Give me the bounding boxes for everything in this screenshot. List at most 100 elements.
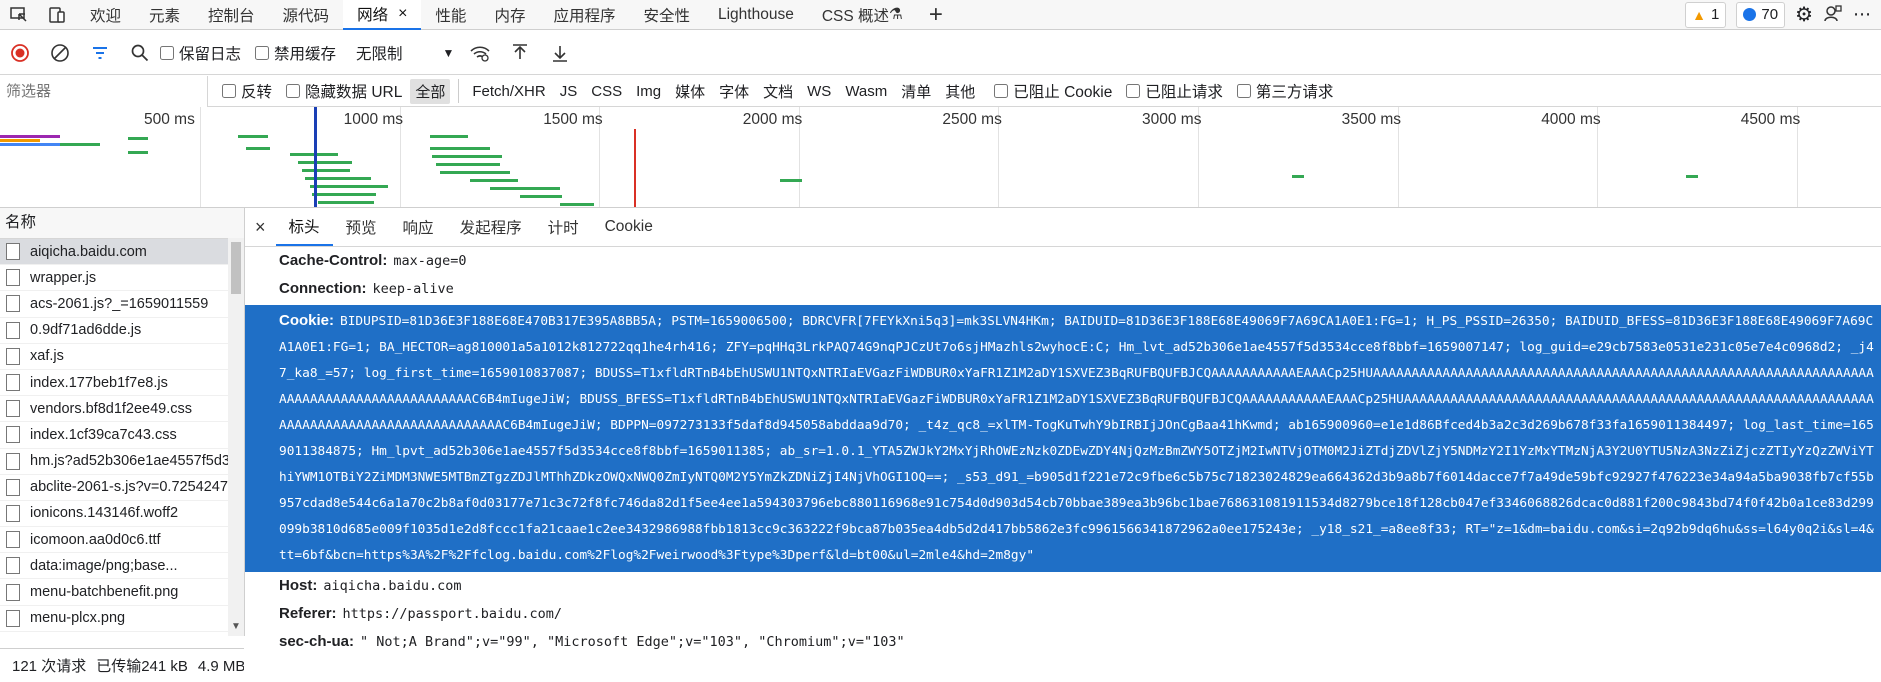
network-conditions-icon[interactable]: [460, 31, 500, 75]
filter-type-item-5[interactable]: 媒体: [670, 79, 710, 104]
filter-type-item-11[interactable]: 其他: [940, 79, 980, 104]
header-line[interactable]: Connection: keep-alive: [245, 275, 1881, 303]
detail-tab-item-4[interactable]: 计时: [535, 208, 592, 246]
disable-cache-checkbox[interactable]: 禁用缓存: [255, 42, 336, 64]
filter-type-item-6[interactable]: 字体: [714, 79, 754, 104]
filter-type-ws[interactable]: WS: [802, 81, 836, 102]
filter-input[interactable]: [0, 75, 208, 107]
search-icon[interactable]: [120, 31, 160, 75]
timeline-tick-label: 4000 ms: [1541, 111, 1601, 128]
tab-item-3[interactable]: 源代码: [269, 0, 344, 30]
scroll-down-arrow-icon[interactable]: ▼: [231, 621, 241, 632]
warnings-badge[interactable]: ▲ 1: [1685, 1, 1727, 28]
add-panel-icon[interactable]: +: [917, 0, 955, 30]
record-button[interactable]: [0, 31, 40, 75]
more-menu-icon[interactable]: ⋯: [1853, 4, 1871, 25]
header-line[interactable]: sec-ch-ua: " Not;A Brand";v="99", "Micros…: [245, 628, 1881, 656]
request-row[interactable]: vendors.bf8d1f2ee49.css: [0, 396, 244, 423]
header-line[interactable]: Referer: https://passport.baidu.com/: [245, 600, 1881, 628]
filter-type-img[interactable]: Img: [631, 81, 666, 102]
preserve-log-label: 保留日志: [179, 45, 242, 63]
request-name: index.177beb1f7e8.js: [30, 374, 168, 391]
close-tab-icon[interactable]: ×: [398, 5, 407, 23]
tab-item-7[interactable]: 应用程序: [539, 0, 629, 30]
request-row[interactable]: ionicons.143146f.woff2: [0, 501, 244, 528]
detail-tab-item-3[interactable]: 发起程序: [447, 208, 535, 246]
cookie-header-selected[interactable]: Cookie: BIDUPSID=81D36E3F188E68E470B317E3…: [245, 305, 1881, 572]
request-row[interactable]: menu-plcx.png: [0, 606, 244, 632]
tab-item-5[interactable]: 性能: [421, 0, 480, 30]
settings-gear-icon[interactable]: ⚙: [1795, 2, 1813, 27]
third-party-checkbox[interactable]: 第三方请求: [1236, 80, 1333, 102]
invert-checkbox[interactable]: 反转: [222, 80, 272, 102]
request-row[interactable]: aiqicha.baidu.com: [0, 239, 244, 266]
network-overview[interactable]: 500 ms 1000 ms 1500 ms 2000 ms 2500 ms 3000 m…: [0, 107, 1881, 208]
detail-tab-item-1[interactable]: 预览: [333, 208, 390, 246]
request-row[interactable]: icomoon.aa0d0c6.ttf: [0, 527, 244, 554]
preserve-log-checkbox[interactable]: 保留日志: [160, 42, 241, 64]
tab-css[interactable]: CSS 概述 ⚗: [808, 0, 917, 30]
waterfall-bar: [0, 139, 40, 142]
filter-divider: [458, 79, 460, 103]
filter-type-fetch-xhr[interactable]: Fetch/XHR: [467, 81, 550, 102]
detail-tab-item-2[interactable]: 响应: [390, 208, 447, 246]
file-icon: [6, 400, 20, 418]
invert-check[interactable]: [222, 84, 236, 98]
clear-icon[interactable]: [40, 31, 80, 75]
throttle-select[interactable]: 无限制 ▼: [350, 42, 460, 64]
timeline-tick-label: 2000 ms: [742, 111, 803, 128]
request-row[interactable]: 0.9df71ad6dde.js: [0, 318, 244, 344]
tab-item-0[interactable]: 欢迎: [76, 0, 135, 30]
tab-item-4[interactable]: 网络 ×: [343, 0, 422, 30]
request-list-scrollbar[interactable]: ▼: [228, 238, 244, 636]
export-har-icon[interactable]: [540, 31, 580, 75]
request-row[interactable]: index.177beb1f7e8.js: [0, 370, 244, 397]
request-row[interactable]: data:image/png;base...: [0, 553, 244, 580]
tab-item-6[interactable]: 内存: [480, 0, 539, 30]
tab-label: 控制台: [208, 7, 255, 25]
request-row[interactable]: wrapper.js: [0, 265, 244, 292]
hide-data-urls-check[interactable]: [286, 84, 301, 98]
header-line[interactable]: Cache-Control: max-age=0: [245, 247, 1881, 275]
detail-tab-cookie[interactable]: Cookie: [592, 208, 666, 246]
filter-type-css[interactable]: CSS: [586, 81, 627, 102]
scrollbar-thumb[interactable]: [231, 242, 241, 294]
tab-item-8[interactable]: 安全性: [629, 0, 704, 30]
filter-type-item-10[interactable]: 清单: [896, 79, 936, 104]
close-detail-icon[interactable]: ×: [245, 208, 276, 246]
filter-type-item-0[interactable]: 全部: [410, 78, 451, 104]
request-row[interactable]: abclite-2061-s.js?v=0.7254247: [0, 475, 244, 501]
tab-item-2[interactable]: 控制台: [194, 0, 269, 30]
request-row[interactable]: xaf.js: [0, 344, 244, 370]
file-icon: [6, 243, 20, 261]
timeline-tick-label: 1000 ms: [343, 111, 404, 128]
issues-badge[interactable]: 70: [1736, 1, 1786, 28]
detail-tab-item-0[interactable]: 标头: [275, 208, 333, 246]
filter-type-wasm[interactable]: Wasm: [840, 81, 892, 102]
header-line[interactable]: Host: aiqicha.baidu.com: [245, 572, 1881, 600]
import-har-icon[interactable]: [500, 31, 540, 75]
blocked-cookies-check[interactable]: [994, 84, 1009, 98]
request-row[interactable]: index.1cf39ca7c43.css: [0, 422, 244, 449]
filter-type-js[interactable]: JS: [555, 81, 583, 102]
third-party-check[interactable]: [1236, 84, 1251, 98]
blocked-requests-checkbox[interactable]: 已阻止请求: [1126, 80, 1223, 102]
feedback-icon[interactable]: [1823, 3, 1843, 27]
request-row[interactable]: acs-2061.js?_=1659011559: [0, 291, 244, 318]
tab-lighthouse[interactable]: Lighthouse: [704, 0, 808, 30]
filter-icon[interactable]: [80, 31, 120, 75]
waterfall-bar: [298, 161, 352, 164]
preserve-log-check[interactable]: [160, 45, 174, 60]
name-column-header[interactable]: 名称: [0, 208, 244, 239]
file-icon: [6, 321, 20, 339]
filter-type-item-7[interactable]: 文档: [758, 79, 798, 104]
device-toolbar-icon[interactable]: [38, 0, 76, 30]
inspect-element-icon[interactable]: [0, 0, 38, 30]
hide-data-urls-checkbox[interactable]: 隐藏数据 URL: [286, 80, 402, 102]
disable-cache-check[interactable]: [255, 45, 270, 60]
request-row[interactable]: hm.js?ad52b306e1ae4557f5d3: [0, 449, 244, 475]
request-row[interactable]: menu-batchbenefit.png: [0, 579, 244, 606]
blocked-requests-check[interactable]: [1126, 84, 1141, 98]
blocked-cookies-checkbox[interactable]: 已阻止 Cookie: [994, 80, 1112, 102]
tab-item-1[interactable]: 元素: [135, 0, 194, 30]
